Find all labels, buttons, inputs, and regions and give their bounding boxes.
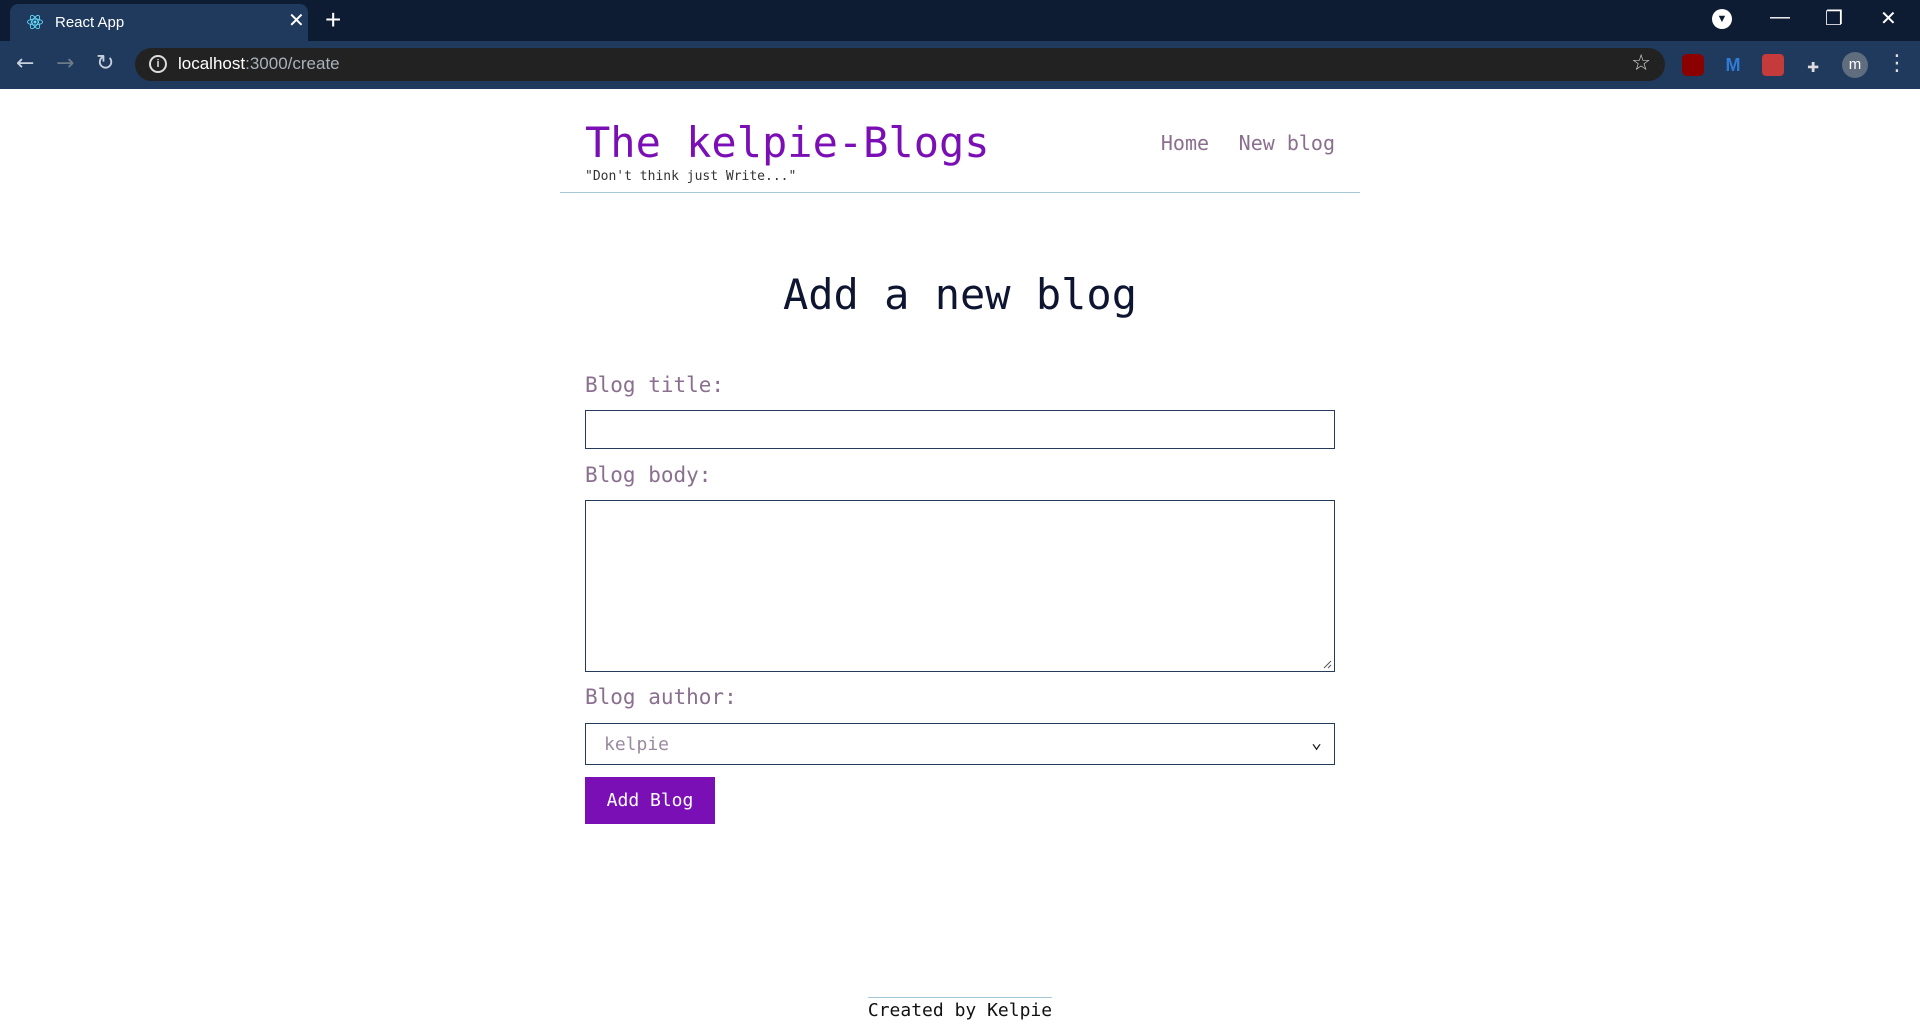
extensions-puzzle-icon[interactable]: ✚ (1802, 54, 1824, 76)
browser-tab[interactable]: React App ✕ (10, 4, 308, 41)
tab-title: React App (55, 14, 125, 31)
page-title: Add a new blog (782, 270, 1137, 319)
site-info-icon[interactable]: i (149, 55, 167, 73)
blog-body-label: Blog body: (585, 463, 712, 487)
minimize-icon[interactable]: — (1770, 6, 1790, 29)
restore-icon[interactable]: ❐ (1825, 6, 1843, 31)
close-tab-icon[interactable]: ✕ (288, 11, 305, 31)
profile-avatar[interactable]: m (1842, 52, 1868, 78)
url-path: :3000/create (245, 54, 340, 73)
nav-link-home[interactable]: Home (1161, 131, 1209, 155)
blog-author-select[interactable]: kelpie ⌄ (585, 723, 1335, 765)
browser-menu-icon[interactable]: ⋮ (1886, 51, 1908, 76)
address-bar[interactable]: i localhost:3000/create ☆ (135, 48, 1665, 81)
react-logo-icon (27, 14, 43, 30)
page-content: The kelpie-Blogs "Don't think just Write… (0, 89, 1920, 1030)
site-tagline: "Don't think just Write..." (585, 169, 797, 184)
ublock-extension-icon[interactable] (1682, 54, 1704, 76)
site-brand[interactable]: The kelpie-Blogs (585, 118, 990, 167)
resize-grip-icon[interactable] (1322, 659, 1332, 669)
colorful-extension-icon[interactable] (1762, 54, 1784, 76)
back-icon[interactable]: ← (16, 51, 34, 76)
close-window-icon[interactable]: ✕ (1880, 6, 1897, 31)
site-footer: Created by Kelpie (0, 997, 1920, 1021)
tab-search-icon[interactable]: ▼ (1712, 9, 1732, 29)
browser-toolbar: ← → ↻ i localhost:3000/create ☆ M ✚ m ⋮ (0, 41, 1920, 89)
blog-body-textarea[interactable] (585, 500, 1335, 672)
new-tab-icon[interactable]: + (325, 6, 341, 34)
malwarebytes-extension-icon[interactable]: M (1722, 54, 1744, 76)
nav-links: Home New blog (1141, 131, 1335, 155)
blog-title-input[interactable] (585, 410, 1335, 449)
forward-icon[interactable]: → (56, 51, 74, 76)
nav-link-new-blog[interactable]: New blog (1239, 131, 1335, 155)
blog-author-label: Blog author: (585, 685, 737, 709)
site-navbar: The kelpie-Blogs "Don't think just Write… (560, 89, 1360, 193)
reload-icon[interactable]: ↻ (96, 51, 114, 76)
browser-tab-strip: React App ✕ + ▼ — ❐ ✕ (0, 0, 1920, 41)
selected-author: kelpie (604, 734, 670, 755)
url-text: localhost:3000/create (178, 54, 340, 74)
blog-title-label: Blog title: (585, 373, 725, 397)
chevron-down-icon: ⌄ (1311, 732, 1322, 753)
url-host: localhost (178, 54, 246, 73)
bookmark-star-icon[interactable]: ☆ (1631, 51, 1651, 76)
footer-credit: Created by Kelpie (867, 997, 1053, 1021)
add-blog-button[interactable]: Add Blog (585, 777, 715, 824)
